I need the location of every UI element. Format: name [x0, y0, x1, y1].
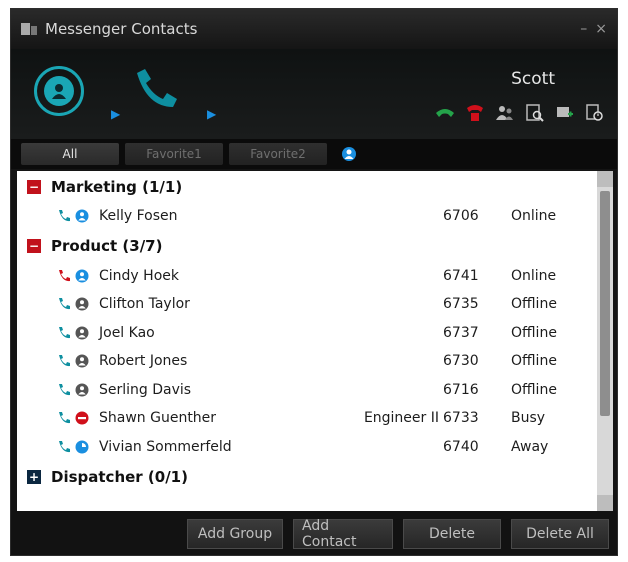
contact-status: Online: [511, 208, 557, 225]
contact-name: Joel Kao: [99, 324, 155, 341]
contact-extension: 6741: [443, 267, 479, 284]
add-message-icon[interactable]: [555, 103, 575, 123]
phone-icon[interactable]: [57, 411, 71, 425]
delete-button[interactable]: Delete: [403, 519, 501, 549]
contact-row[interactable]: Shawn Guenther Engineer II 6733 Busy: [17, 404, 597, 433]
contact-extension: 6733: [443, 410, 479, 427]
contact-extension: 6740: [443, 438, 479, 455]
contact-status: Online: [511, 267, 557, 284]
contact-row[interactable]: Cindy Hoek 6741 Online: [17, 262, 597, 291]
header-panel: ▶ ▶ Scott: [11, 49, 617, 139]
contact-extension: 6735: [443, 296, 479, 313]
minimize-button[interactable]: –: [580, 21, 587, 37]
presence-online-icon: [75, 209, 89, 223]
contact-extension: 6737: [443, 324, 479, 341]
hangup-icon[interactable]: [465, 103, 485, 123]
add-contact-button[interactable]: Add Contact: [293, 518, 393, 550]
collapse-icon[interactable]: −: [27, 179, 41, 194]
phone-icon[interactable]: [57, 297, 71, 311]
phone-icon[interactable]: [57, 326, 71, 340]
presence-offline-icon: [75, 354, 89, 368]
presence-offline-icon: [75, 383, 89, 397]
contact-status: Away: [511, 438, 549, 455]
phone-icon[interactable]: [57, 209, 71, 223]
collapse-icon[interactable]: −: [27, 239, 41, 253]
status-dropdown-arrow-icon[interactable]: ▶: [111, 107, 120, 121]
presence-away-icon: [75, 440, 89, 454]
contacts-app-icon: [21, 23, 37, 35]
contact-extension: 6706: [443, 208, 479, 225]
contact-name: Kelly Fosen: [99, 208, 178, 225]
window-title: Messenger Contacts: [45, 20, 198, 38]
contact-row[interactable]: Robert Jones 6730 Offline: [17, 347, 597, 376]
search-contacts-icon[interactable]: [525, 103, 545, 123]
delete-all-button[interactable]: Delete All: [511, 519, 609, 549]
contact-row[interactable]: Serling Davis 6716 Offline: [17, 376, 597, 405]
contact-row[interactable]: Kelly Fosen 6706 Online: [17, 202, 597, 231]
contact-name: Vivian Sommerfeld: [99, 438, 232, 455]
toolbar: [435, 103, 605, 123]
contact-extension: 6716: [443, 381, 479, 398]
contact-status: Busy: [511, 410, 546, 427]
contact-status: Offline: [511, 381, 557, 398]
group-label: Dispatcher (0/1): [51, 467, 188, 486]
add-group-button[interactable]: Add Group: [187, 519, 283, 549]
presence-offline-icon: [75, 297, 89, 311]
contact-status: Offline: [511, 324, 557, 341]
contact-row[interactable]: Vivian Sommerfeld 6740 Away: [17, 433, 597, 462]
presence-filter-icon[interactable]: [341, 146, 357, 162]
tab-favorite2[interactable]: Favorite2: [229, 143, 327, 165]
phone-icon[interactable]: [57, 269, 71, 283]
user-name: Scott: [511, 69, 555, 89]
contact-row[interactable]: Joel Kao 6737 Offline: [17, 319, 597, 348]
add-user-icon[interactable]: [495, 103, 515, 123]
tab-all[interactable]: All: [21, 143, 119, 165]
scroll-down-button[interactable]: [597, 495, 613, 511]
phone-dropdown-arrow-icon[interactable]: ▶: [207, 107, 216, 121]
phone-status-icon[interactable]: [131, 67, 181, 109]
close-button[interactable]: ×: [595, 21, 607, 37]
scroll-up-button[interactable]: [597, 171, 613, 187]
my-status-button[interactable]: [34, 66, 84, 116]
presence-online-icon: [75, 269, 89, 283]
phone-icon[interactable]: [57, 440, 71, 454]
contact-list-panel: − Marketing (1/1) Kelly Fosen 6706 Online − Pr…: [17, 171, 613, 511]
contact-row[interactable]: Clifton Taylor 6735 Offline: [17, 290, 597, 319]
contact-name: Shawn Guenther: [99, 410, 217, 427]
group-label: Marketing (1/1): [51, 177, 183, 196]
presence-offline-icon: [75, 326, 89, 340]
group-label: Product (3/7): [51, 237, 163, 255]
contact-list: − Marketing (1/1) Kelly Fosen 6706 Online − Pr…: [17, 171, 597, 511]
footer-bar: Add Group Add Contact Delete Delete All: [11, 511, 617, 555]
contact-name: Robert Jones: [99, 353, 188, 370]
call-icon[interactable]: [435, 103, 455, 123]
group-header[interactable]: + Dispatcher (0/1): [17, 461, 597, 492]
tab-bar: All Favorite1 Favorite2: [11, 139, 617, 169]
presence-busy-icon: [75, 411, 89, 425]
contact-status: Offline: [511, 353, 557, 370]
contact-extension: 6730: [443, 353, 479, 370]
scrollbar[interactable]: [597, 171, 613, 511]
contact-name: Serling Davis: [99, 381, 192, 398]
tab-favorite1[interactable]: Favorite1: [125, 143, 223, 165]
contact-status: Offline: [511, 296, 557, 313]
expand-icon[interactable]: +: [27, 469, 41, 484]
settings-clock-icon[interactable]: [585, 103, 605, 123]
phone-icon[interactable]: [57, 383, 71, 397]
contact-name: Clifton Taylor: [99, 296, 190, 313]
group-header[interactable]: − Product (3/7): [17, 231, 597, 262]
messenger-window: Messenger Contacts – × ▶ ▶ Scott All Fav…: [10, 8, 618, 556]
group-header[interactable]: − Marketing (1/1): [17, 171, 597, 202]
user-icon: [52, 84, 66, 99]
phone-icon[interactable]: [57, 354, 71, 368]
title-bar: Messenger Contacts – ×: [11, 9, 617, 49]
scroll-thumb[interactable]: [600, 191, 610, 416]
contact-title: Engineer II: [363, 410, 439, 427]
contact-name: Cindy Hoek: [99, 267, 179, 284]
